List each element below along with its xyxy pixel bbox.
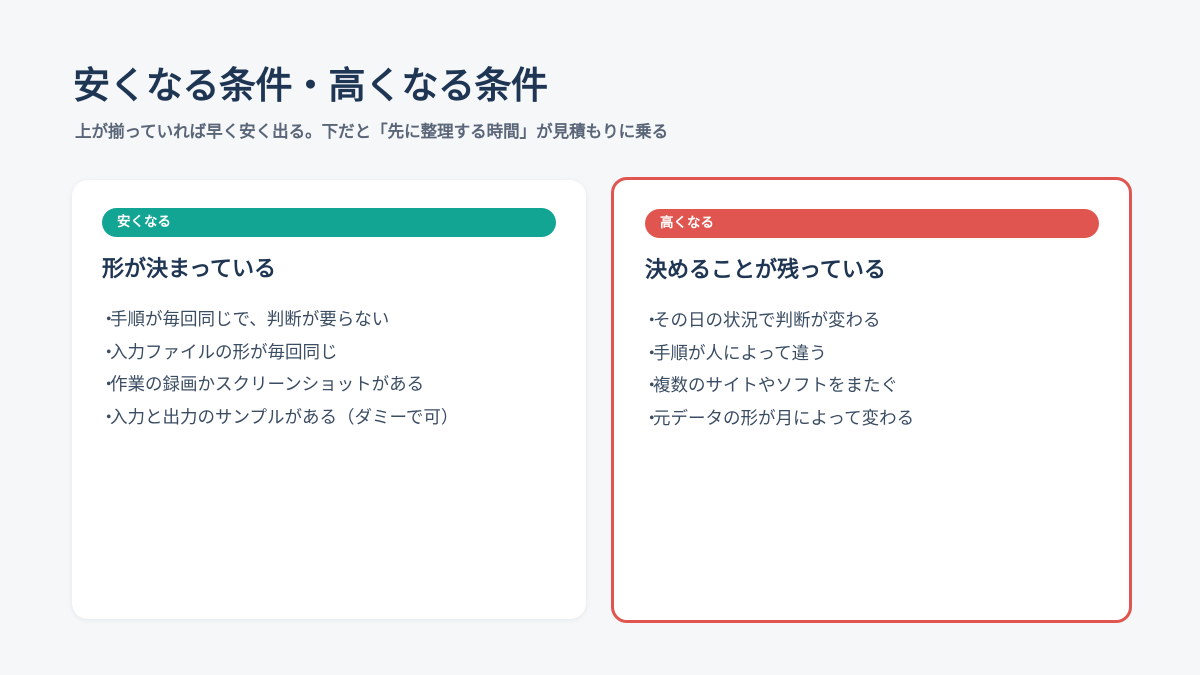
card-expensive-conditions: 高くなる 決めることが残っている ・その日の状況で判断が変わる ・手順が人によっ… — [611, 177, 1132, 623]
list-item-text: その日の状況で判断が変わる — [653, 311, 881, 331]
list-item-text: 入力と出力のサンプルがある（ダミーで可） — [110, 407, 459, 428]
list-item: ・作業の録画かスクリーンショットがある — [100, 369, 458, 402]
bullet-mark: ・ — [100, 375, 118, 395]
card-cheap-conditions: 安くなる 形が決まっている ・手順が毎回同じで、判断が要らない ・入力ファイルの… — [72, 180, 586, 619]
page-subtitle: 上が揃っていれば早く安く出る。下だと「先に整理する時間」が見積もりに乗る — [75, 122, 669, 141]
page-title: 安くなる条件・高くなる条件 — [73, 64, 548, 107]
bullet-mark: ・ — [643, 311, 661, 331]
list-item: ・手順が毎回同じで、判断が要らない — [100, 304, 458, 337]
bullet-mark: ・ — [100, 407, 118, 428]
card-heading-expensive: 決めることが残っている — [645, 258, 886, 283]
list-item-text: 複数のサイトやソフトをまたぐ — [653, 376, 898, 396]
expensive-conditions-list: ・その日の状況で判断が変わる ・手順が人によって違う ・複数のサイトやソフトをま… — [643, 305, 914, 435]
bullet-mark: ・ — [643, 343, 661, 364]
badge-expensive: 高くなる — [645, 209, 1099, 238]
list-item: ・入力ファイルの形が毎回同じ — [100, 337, 458, 370]
list-item: ・元データの形が月によって変わる — [643, 403, 914, 436]
list-item: ・入力と出力のサンプルがある（ダミーで可） — [100, 402, 458, 435]
list-item-text: 作業の録画かスクリーンショットがある — [110, 375, 425, 395]
list-item-text: 入力ファイルの形が毎回同じ — [110, 342, 338, 363]
list-item-text: 手順が人によって違う — [653, 343, 827, 364]
list-item: ・手順が人によって違う — [643, 338, 914, 371]
bullet-mark: ・ — [100, 310, 118, 330]
bullet-mark: ・ — [643, 408, 661, 429]
list-item-text: 元データの形が月によって変わる — [653, 408, 915, 429]
list-item: ・その日の状況で判断が変わる — [643, 305, 914, 338]
list-item-text: 手順が毎回同じで、判断が要らない — [110, 310, 390, 330]
bullet-mark: ・ — [643, 376, 661, 396]
bullet-mark: ・ — [100, 342, 118, 363]
card-heading-cheap: 形が決まっている — [102, 257, 277, 282]
badge-cheap: 安くなる — [102, 208, 556, 237]
list-item: ・複数のサイトやソフトをまたぐ — [643, 370, 914, 403]
cheap-conditions-list: ・手順が毎回同じで、判断が要らない ・入力ファイルの形が毎回同じ ・作業の録画か… — [100, 304, 458, 434]
